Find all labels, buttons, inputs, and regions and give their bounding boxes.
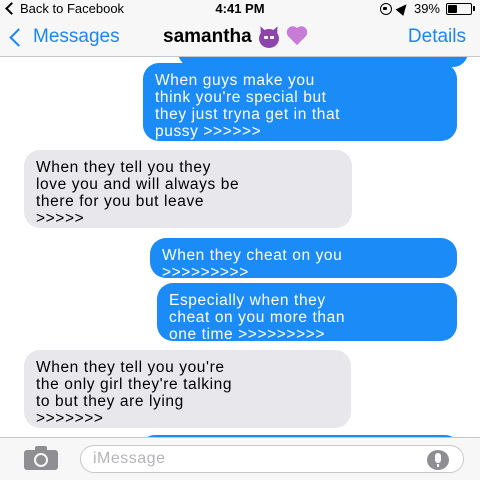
devil-emoji-icon — [257, 25, 280, 48]
imessage-input[interactable] — [80, 445, 464, 473]
rotation-lock-icon — [379, 2, 392, 15]
messages-back-button[interactable]: Messages — [9, 26, 120, 48]
details-button[interactable]: Details — [408, 26, 466, 48]
battery-fill — [448, 4, 458, 13]
message-bubble-sent[interactable]: When guys make you think you're special … — [143, 63, 457, 141]
camera-icon[interactable] — [24, 446, 58, 470]
conversation-title: samantha — [163, 25, 308, 48]
status-indicators: 39% — [379, 1, 475, 16]
location-arrow-icon — [395, 1, 411, 16]
chevron-left-icon — [9, 28, 28, 47]
composer-bar — [0, 437, 480, 480]
messages-screen: Back to Facebook 4:41 PM 39% Messages sa… — [0, 0, 480, 480]
message-bubble-received[interactable]: When they tell you they love you and wil… — [24, 150, 352, 228]
contact-name: samantha — [163, 26, 252, 47]
message-bubble-sent[interactable]: Especially when they cheat on you more t… — [157, 283, 457, 343]
battery-percent: 39% — [413, 1, 440, 16]
message-bubble-received[interactable]: When they tell you you're the only girl … — [24, 350, 351, 428]
conversation-thread[interactable]: When guys make you think you're special … — [0, 57, 480, 437]
microphone-icon[interactable] — [427, 450, 449, 470]
battery-icon — [446, 2, 475, 15]
nav-bar: Messages samantha Details — [0, 18, 480, 57]
message-bubble-sent[interactable]: When they cheat on you >>>>>>>>> — [150, 238, 457, 281]
status-bar: Back to Facebook 4:41 PM 39% — [0, 0, 480, 18]
messages-back-label: Messages — [33, 26, 120, 47]
purple-heart-icon — [286, 27, 308, 47]
